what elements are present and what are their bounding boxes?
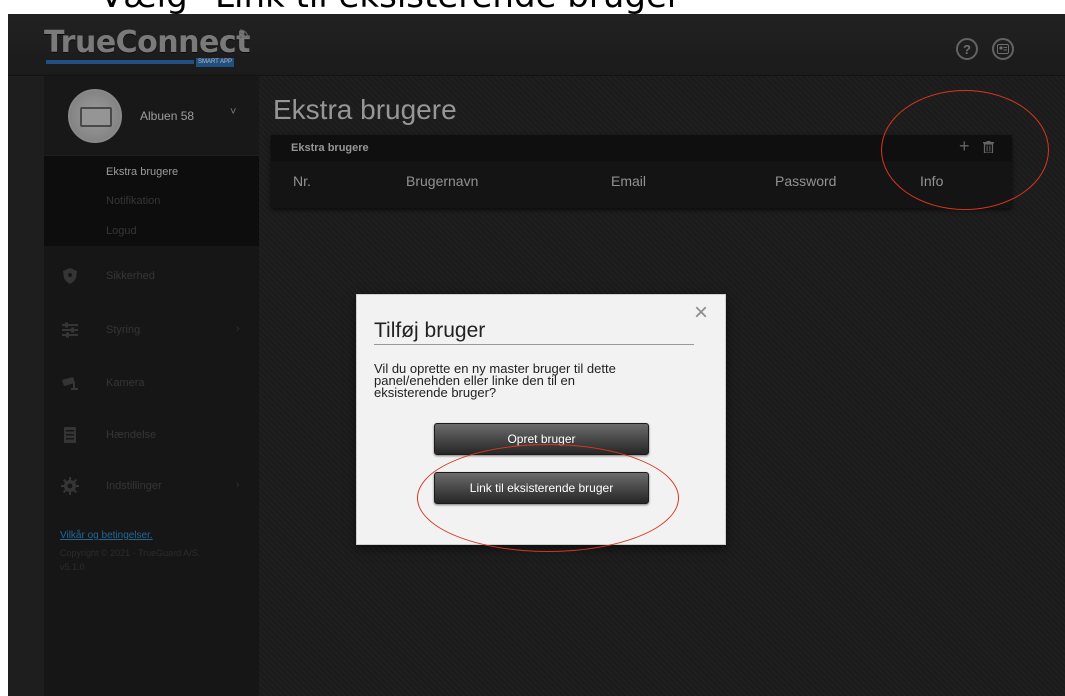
- annotation-circle-toolbar: [881, 90, 1049, 210]
- annotation-circle-link-button: [417, 444, 679, 552]
- instruction-caption: Vælg “Link til eksisterende bruger”: [0, 0, 1065, 14]
- app-window: TrueConnect SMART APP ? Albuen 58 ˅ Ekst…: [8, 14, 1065, 696]
- dialog-title: Tilføj bruger: [374, 319, 486, 342]
- dialog-message-line: eksisterende bruger?: [374, 385, 497, 400]
- dialog-message: Vil du oprette en ny master bruger til d…: [374, 362, 694, 400]
- caption-text: Vælg “Link til eksisterende bruger”: [100, 0, 700, 14]
- close-icon[interactable]: ×: [694, 301, 708, 325]
- dialog-divider: [374, 344, 694, 345]
